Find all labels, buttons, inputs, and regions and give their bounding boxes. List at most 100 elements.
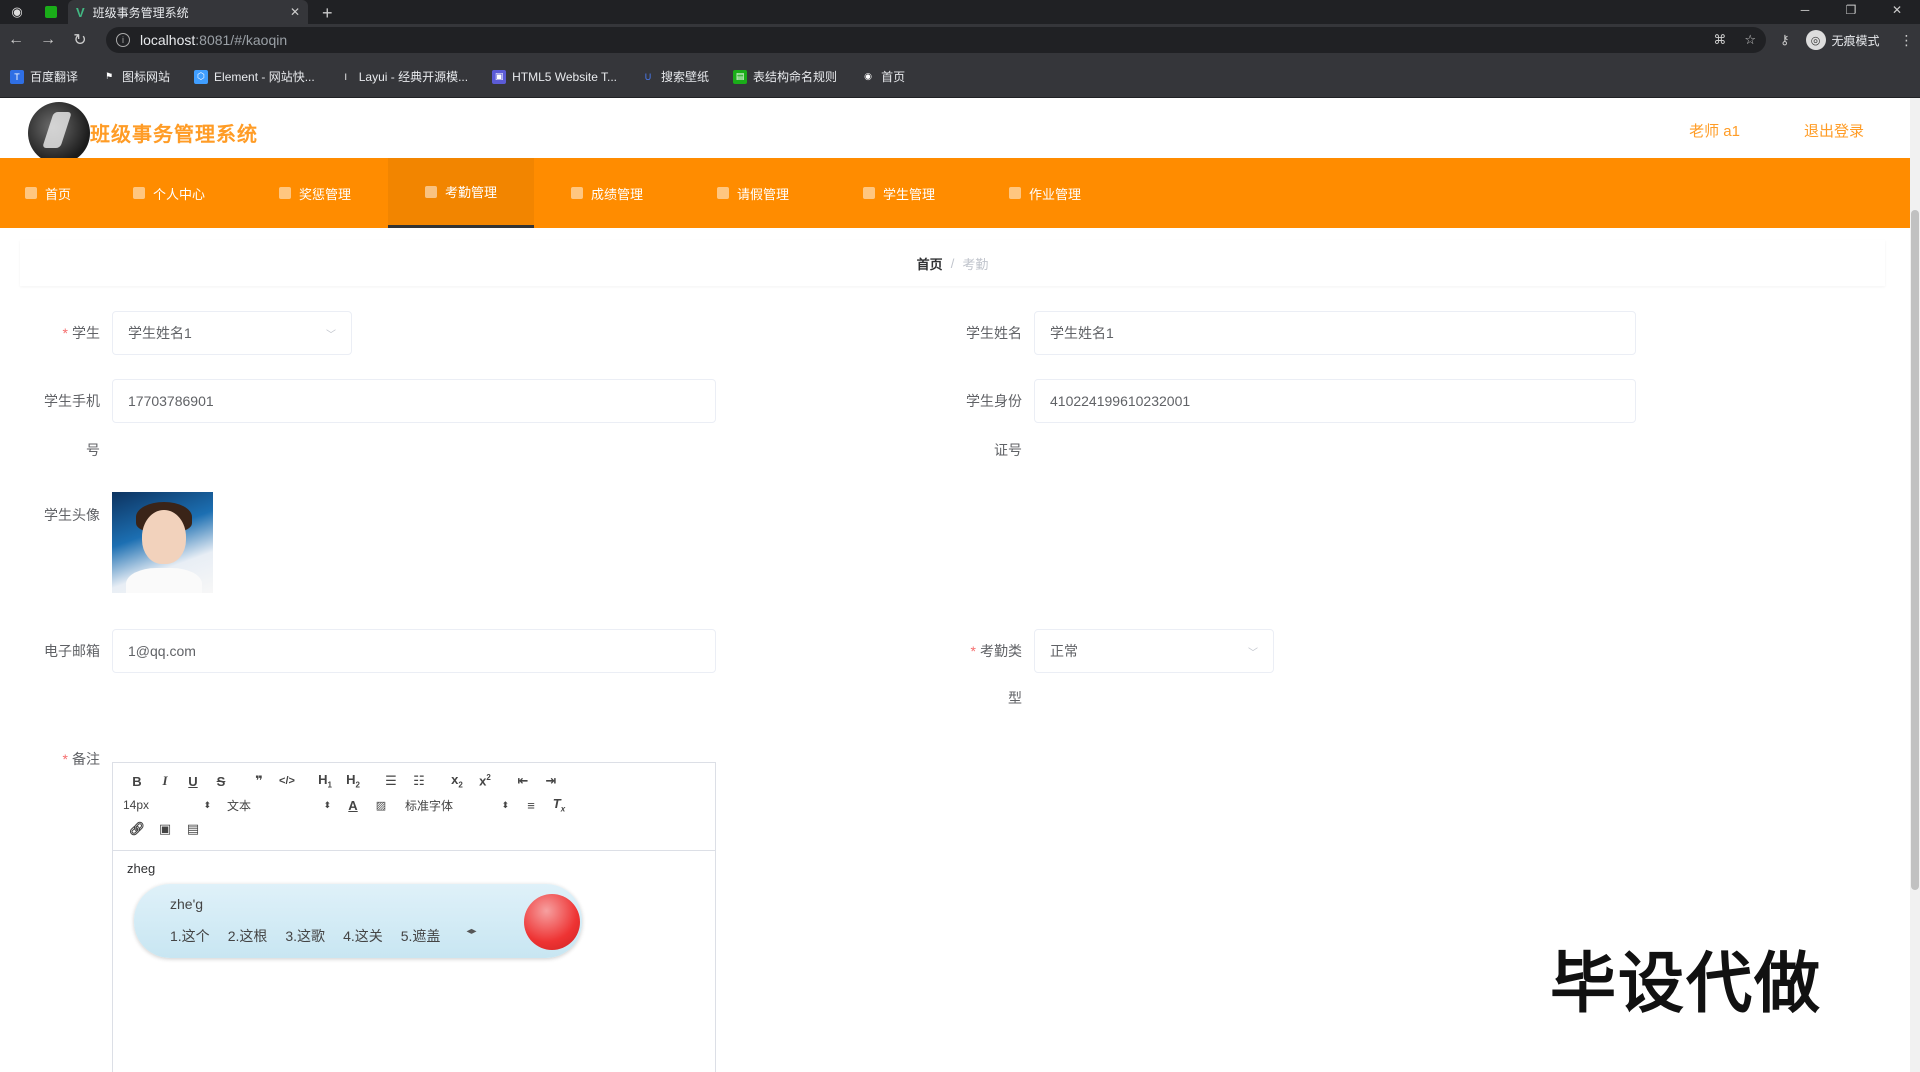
font-color-icon[interactable]: A [339,798,367,813]
bold-icon[interactable]: B [123,774,151,789]
user-icon [132,187,145,199]
vue-icon: V [76,4,85,20]
bookmarks-bar: T 百度翻译 ⚑ 图标网站 ⬡ Element - 网站快... l Layui - 经… [0,56,1920,98]
editor-content[interactable]: zheg [113,851,715,886]
leave-icon [716,187,729,199]
font-family-select[interactable]: 标准字体 ⬍ [405,797,517,814]
forward-icon[interactable]: → [32,31,64,49]
bookmark-item[interactable]: ⬡ Element - 网站快... [194,68,315,85]
grades-icon [570,187,583,199]
bookmark-item[interactable]: ⚑ 图标网站 [102,68,170,85]
award-icon [278,187,291,199]
breadcrumb-home[interactable]: 首页 [917,254,943,273]
ime-logo[interactable] [524,894,580,950]
close-window-icon[interactable]: ✕ [1874,0,1920,24]
info-icon[interactable]: i [116,33,130,47]
reload-icon[interactable]: ↻ [64,30,96,50]
ordered-list-icon[interactable]: ☰ [377,773,405,789]
bookmark-item[interactable]: l Layui - 经典开源模... [339,68,468,85]
scroll-thumb[interactable] [1911,210,1919,890]
indent-icon[interactable]: ⇥ [537,773,565,789]
ime-candidate[interactable]: 5.遮盖 [401,926,441,946]
incognito-icon[interactable]: ◎ [1805,30,1826,50]
outdent-icon[interactable]: ⇤ [509,773,537,789]
video-icon[interactable]: ▤ [179,821,207,837]
id-card-label-suffix: 证号 [994,442,1022,458]
nav-item-home[interactable]: 首页 [0,158,96,228]
ime-candidate-window: zhe'g 1.这个 2.这根 3.这歌 4.这关 5.遮盖 ◂▸ [134,884,582,958]
heading-1-icon[interactable]: H1 [311,772,339,790]
new-tab-icon[interactable]: + [322,2,333,24]
app-header: 班级事务管理系统 老师 a1 退出登录 [0,98,1910,164]
nav-item-profile[interactable]: 个人中心 [96,158,242,228]
flag-icon: ⚑ [104,71,114,81]
bookmark-item[interactable]: ▤ 表结构命名规则 [733,68,837,85]
bookmark-item[interactable]: ◉ 首页 [861,68,905,85]
ime-candidate[interactable]: 2.这根 [228,926,268,946]
browser-tab[interactable]: V 班级事务管理系统 ✕ [68,0,308,24]
restore-icon[interactable]: ❐ [1828,0,1874,24]
doc-icon: ▤ [733,69,748,84]
bookmark-item[interactable]: T 百度翻译 [10,68,78,85]
student-avatar[interactable] [112,492,213,593]
more-menu-icon[interactable]: ⋮ [1900,32,1914,49]
breadcrumb: 首页 / 考勤 [20,240,1885,286]
nav-item-students[interactable]: 学生管理 [826,158,972,228]
image-icon[interactable]: ▣ [151,821,179,837]
nav-item-leave[interactable]: 请假管理 [680,158,826,228]
ime-page-arrows-icon[interactable]: ◂▸ [466,926,476,946]
strikethrough-icon[interactable]: S [207,774,235,789]
back-icon[interactable]: ← [0,31,32,49]
attendance-type-select[interactable]: 正常 ﹀ [1034,629,1274,673]
id-card-input[interactable]: 410224199610232001 [1034,379,1636,423]
blockquote-icon[interactable]: ❞ [245,773,273,789]
nav-item-rewards[interactable]: 奖惩管理 [242,158,388,228]
url-input[interactable]: i localhost:8081/#/kaoqin ⌘ ☆ [106,27,1766,53]
phone-label-suffix: 号 [86,442,100,458]
email-label: 电子邮箱 [44,643,100,659]
close-tab-icon[interactable]: ✕ [290,5,300,19]
student-name-input[interactable]: 学生姓名1 [1034,311,1636,355]
background-color-icon[interactable]: ▨ [367,799,395,812]
heading-2-icon[interactable]: H2 [339,772,367,790]
phone-input[interactable]: 17703786901 [112,379,716,423]
logout-link[interactable]: 退出登录 [1804,120,1864,141]
current-user: 老师 a1 [1689,123,1740,140]
nav-item-grades[interactable]: 成绩管理 [534,158,680,228]
italic-icon[interactable]: I [151,773,179,789]
window-controls: ─ ❐ ✕ [1782,0,1920,24]
student-select[interactable]: 学生姓名1 ﹀ [112,311,352,355]
font-size-select[interactable]: 14px ⬍ [123,798,219,812]
underline-icon[interactable]: U [179,774,207,789]
translate-bookmark-icon: T [10,69,24,84]
link-icon[interactable]: 🔗︎ [123,821,151,837]
ime-candidate[interactable]: 3.这歌 [285,926,325,946]
attendance-type-label: * 考勤类 [970,643,1022,659]
updown-icon: ⬍ [501,799,509,810]
key-icon[interactable]: ⚷ [1780,32,1790,48]
align-icon[interactable]: ≡ [517,798,545,813]
pinned-tab-icon[interactable] [34,0,68,24]
star-icon[interactable]: ☆ [1744,32,1756,48]
ime-candidate[interactable]: 4.这关 [343,926,383,946]
superscript-icon[interactable]: x2 [471,773,499,788]
globe-icon: ◉ [864,71,872,81]
translate-icon[interactable]: ⌘ [1713,32,1726,48]
bookmark-item[interactable]: ▣ HTML5 Website T... [492,69,617,84]
email-input[interactable]: 1@qq.com [112,629,716,673]
bullet-list-icon[interactable]: ☷ [405,773,433,789]
page-scrollbar[interactable] [1910,98,1920,1072]
block-format-select[interactable]: 文本 ⬍ [227,797,339,814]
chrome-icon[interactable]: ◉ [0,0,34,24]
profile-label[interactable]: 无痕模式 [1832,32,1880,49]
ime-composition: zhe'g [170,896,204,912]
code-block-icon[interactable]: </> [273,775,301,787]
bookmark-item[interactable]: U 搜索壁纸 [641,68,709,85]
ime-candidate[interactable]: 1.这个 [170,926,210,946]
nav-item-attendance[interactable]: 考勤管理 [388,158,534,228]
nav-item-homework[interactable]: 作业管理 [972,158,1118,228]
minimize-icon[interactable]: ─ [1782,0,1828,24]
clear-format-icon[interactable]: Tx [545,796,573,814]
subscript-icon[interactable]: x2 [443,772,471,790]
attendance-icon [424,185,437,198]
